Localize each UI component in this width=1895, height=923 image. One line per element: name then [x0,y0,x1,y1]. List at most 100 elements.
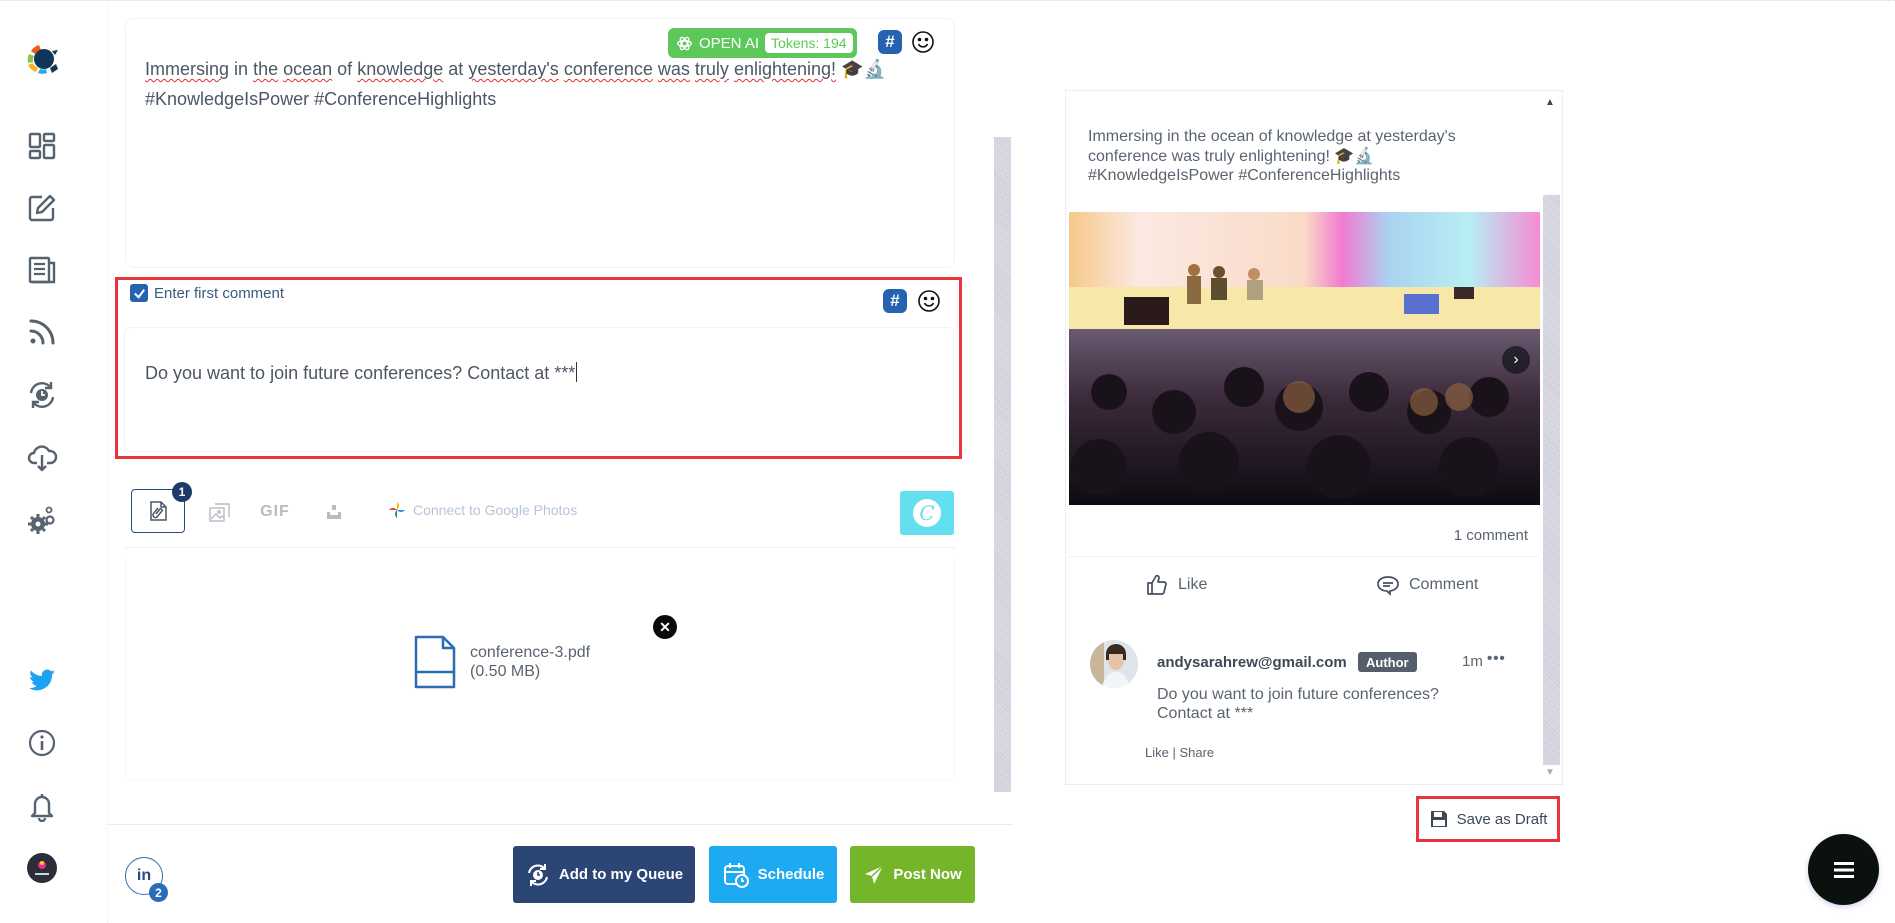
compose-icon [28,194,56,222]
preview-comment-button[interactable]: Comment [1376,573,1478,597]
preview-image: › [1069,212,1540,505]
google-photos-button[interactable]: Connect to Google Photos [387,500,577,520]
send-icon [865,864,884,884]
preview-comment-count[interactable]: 1 comment [1400,527,1528,544]
sidebar-item-compose[interactable] [24,190,60,226]
schedule-button[interactable]: Schedule [709,846,837,903]
sidebar-item-rss[interactable] [24,314,60,350]
google-photos-icon [389,502,405,518]
action-separator: | [1168,745,1180,760]
first-comment-text[interactable]: Do you want to join future conferences? … [145,362,578,384]
add-to-queue-button[interactable]: Add to my Queue [513,846,695,903]
carousel-next-button[interactable]: › [1502,346,1530,374]
openai-label: OPEN AI [699,34,760,52]
sidebar-item-settings[interactable] [24,503,60,539]
sidebar-item-dashboard[interactable] [24,128,60,164]
editor-scrollbar[interactable] [994,137,1011,792]
attachment-file-size: (0.50 MB) [470,663,541,680]
top-border [0,0,1895,2]
hashtag-icon: # [890,291,900,310]
comment-more-options[interactable]: ••• [1487,650,1506,667]
emoji-button[interactable] [910,29,936,55]
post-now-button[interactable]: Post Now [850,846,975,903]
text-cursor [576,362,578,382]
preview-scrollbar[interactable] [1543,195,1560,765]
post-emojis: 🎓🔬 [841,59,886,79]
cloud-download-icon [27,445,58,472]
smiley-icon [918,290,940,312]
commenter-avatar[interactable] [1090,640,1138,688]
avatar [27,853,57,883]
queue-clock-icon [527,863,548,886]
floating-menu-button[interactable] [1808,834,1879,905]
checkmark-icon [133,288,145,299]
tokens-count: Tokens: 194 [765,33,853,53]
chevron-right-icon: › [1513,351,1519,368]
image-upload-button[interactable] [205,499,235,525]
attach-file-button[interactable]: 1 [131,482,192,533]
upload-button[interactable] [321,499,347,525]
bell-icon [30,794,54,822]
gears-icon [28,506,55,534]
attachment-file-name: conference-3.pdf [470,644,591,661]
close-icon: ✕ [659,618,671,635]
rss-icon [29,319,55,345]
remove-attachment-button[interactable]: ✕ [653,615,677,639]
upload-tray-icon [327,505,341,519]
comment-hashtag-button[interactable]: # [883,289,907,313]
comment-timestamp: 1m [1462,653,1483,670]
google-photos-label: Connect to Google Photos [413,502,578,518]
comment-actions: Like | Share [1145,745,1214,760]
preview-like-button[interactable]: Like [1145,573,1207,597]
save-as-draft-button[interactable]: Save as Draft [1416,796,1560,842]
preview-like-label: Like [1178,576,1208,593]
openai-icon [677,36,692,50]
hashtag-button[interactable]: # [878,30,902,54]
post-text-line2: #KnowledgeIsPower #ConferenceHighlights [145,89,497,109]
add-to-queue-label: Add to my Queue [558,866,684,883]
author-badge: Author [1358,652,1417,672]
sidebar-item-queue[interactable] [24,377,60,413]
preview-post-text: Immersing in the ocean of knowledge at y… [1088,128,1456,184]
preview-scroll-down-arrow[interactable]: ▼ [1545,767,1555,778]
linkedin-icon: in [136,867,152,884]
sidebar-item-twitter[interactable] [24,662,60,698]
calendar-clock-icon [723,862,749,888]
comment-like-link[interactable]: Like [1145,745,1169,760]
first-comment-input[interactable] [124,327,954,452]
twitter-icon [29,669,55,691]
linkedin-account-selector[interactable]: in 2 [125,857,168,902]
thumbs-up-icon [1147,574,1167,595]
post-text[interactable]: Immersing in the ocean of knowledge at y… [145,54,905,114]
floppy-disk-icon [1430,811,1447,827]
first-comment-toggle[interactable]: Enter first comment [130,284,284,302]
image-icon [209,503,230,522]
commenter-name[interactable]: andysarahrew@gmail.com [1157,654,1347,671]
smiley-icon [912,31,934,53]
sidebar-item-notifications[interactable] [24,788,60,824]
openai-button[interactable]: OPEN AI Tokens: 194 [668,28,857,58]
first-comment-label: Enter first comment [154,284,285,302]
post-now-label: Post Now [893,866,962,883]
comment-share-link[interactable]: Share [1179,745,1214,760]
gif-button[interactable]: GIF [255,500,295,524]
file-attachment-icon [150,501,167,521]
sidebar-item-info[interactable] [24,725,60,761]
media-toolbar: 1 GIF Connect to Google Photos C [125,482,955,548]
comment-emoji-button[interactable] [916,288,942,314]
preview-comment-text: Do you want to join future conferences? … [1157,686,1439,722]
speech-bubble-icon [1377,576,1399,597]
sidebar-item-account[interactable] [24,850,60,886]
app-logo[interactable] [21,38,63,80]
newspaper-icon [28,256,56,284]
canva-button[interactable]: C [900,491,954,535]
sidebar-item-content[interactable] [24,252,60,288]
attachment-count-badge: 1 [172,482,192,502]
schedule-label: Schedule [757,866,825,883]
preview-scroll-up-arrow[interactable]: ▲ [1545,97,1555,108]
gif-icon: GIF [260,503,290,520]
sidebar-item-cloud-import[interactable] [24,439,60,475]
hashtag-icon: # [885,32,895,51]
first-comment-checkbox[interactable] [130,284,148,302]
post-text-line1: Immersing in the ocean of knowledge at y… [145,59,886,79]
